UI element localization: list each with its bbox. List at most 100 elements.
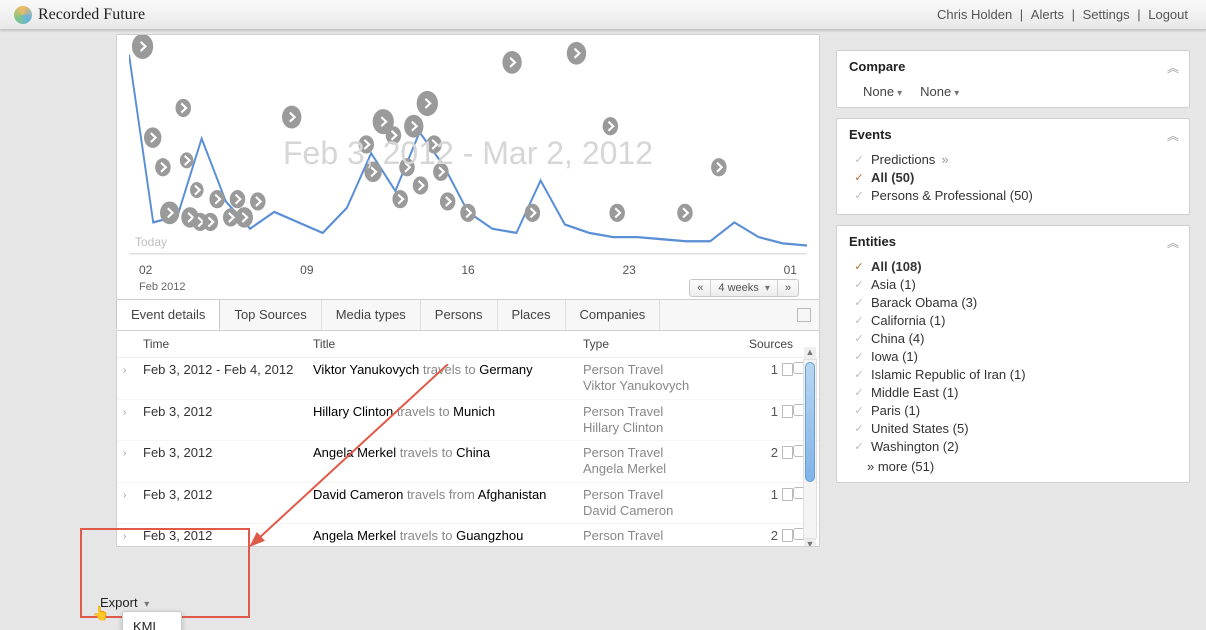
range-label-button[interactable]: 4 weeks ▾ bbox=[711, 280, 777, 296]
expand-row-icon[interactable]: › bbox=[123, 404, 143, 418]
table-row[interactable]: ›Feb 3, 2012Angela Merkel travels to Gua… bbox=[117, 524, 819, 547]
list-item[interactable]: ✓Barack Obama (3) bbox=[853, 293, 1177, 311]
tab-event-details[interactable]: Event details bbox=[116, 300, 220, 330]
collapse-icon[interactable]: ︽ bbox=[1167, 234, 1179, 251]
timeline-node[interactable] bbox=[433, 163, 448, 181]
list-item[interactable]: ✓Predictions » bbox=[853, 150, 1177, 168]
timeline-node[interactable] bbox=[502, 51, 521, 74]
list-item[interactable]: ✓Persons & Professional (50) bbox=[853, 186, 1177, 204]
timeline-node[interactable] bbox=[282, 106, 301, 129]
link-logout[interactable]: Logout bbox=[1144, 7, 1192, 22]
timeline-node[interactable] bbox=[413, 176, 428, 194]
timeline-node[interactable] bbox=[144, 127, 161, 148]
list-item[interactable]: ✓Iowa (1) bbox=[853, 347, 1177, 365]
cell-sources: 2 bbox=[713, 528, 793, 543]
tab-media-types[interactable]: Media types bbox=[322, 300, 421, 330]
col-type[interactable]: Type bbox=[583, 337, 713, 351]
col-time[interactable]: Time bbox=[143, 337, 313, 351]
timeline-chart[interactable]: Feb 3, 2012 - Mar 2, 2012 Today 02 09 16… bbox=[116, 34, 820, 300]
collapse-icon[interactable]: ︽ bbox=[1167, 59, 1179, 76]
timeline-node[interactable] bbox=[440, 192, 455, 210]
tab-top-sources[interactable]: Top Sources bbox=[220, 300, 321, 330]
cell-time: Feb 3, 2012 bbox=[143, 404, 313, 419]
tab-persons[interactable]: Persons bbox=[421, 300, 498, 330]
entities-title: Entities bbox=[849, 234, 1177, 249]
timeline-node[interactable] bbox=[236, 207, 253, 228]
timeline-node[interactable] bbox=[132, 35, 153, 59]
range-next-button[interactable]: » bbox=[778, 280, 798, 296]
export-control: Export ▾ 👆 KML CSV bbox=[100, 595, 149, 610]
timeline-node[interactable] bbox=[359, 135, 374, 153]
timeline-node[interactable] bbox=[386, 126, 401, 144]
document-icon[interactable] bbox=[782, 529, 793, 542]
list-item-label: Paris (1) bbox=[871, 403, 920, 418]
timeline-node[interactable] bbox=[180, 152, 194, 168]
compare-b-select[interactable]: None▾ bbox=[920, 84, 959, 99]
user-name[interactable]: Chris Holden bbox=[933, 7, 1016, 22]
timeline-node[interactable] bbox=[175, 99, 190, 117]
tab-places[interactable]: Places bbox=[498, 300, 566, 330]
timeline-node[interactable] bbox=[399, 158, 414, 176]
list-item[interactable]: ✓Washington (2) bbox=[853, 437, 1177, 455]
cell-time: Feb 3, 2012 bbox=[143, 487, 313, 502]
compare-a-select[interactable]: None▾ bbox=[863, 84, 902, 99]
document-icon[interactable] bbox=[782, 488, 793, 501]
col-sources[interactable]: Sources bbox=[713, 337, 793, 351]
collapse-icon[interactable]: ︽ bbox=[1167, 127, 1179, 144]
scroll-thumb[interactable] bbox=[805, 362, 815, 482]
list-item[interactable]: ✓United States (5) bbox=[853, 419, 1177, 437]
document-icon[interactable] bbox=[782, 446, 793, 459]
tab-companies[interactable]: Companies bbox=[566, 300, 661, 330]
document-icon[interactable] bbox=[782, 363, 793, 376]
timeline-node[interactable] bbox=[203, 213, 218, 231]
list-item[interactable]: ✓All (50) bbox=[853, 168, 1177, 186]
timeline-node[interactable] bbox=[230, 190, 245, 208]
timeline-node[interactable] bbox=[404, 115, 423, 138]
list-item[interactable]: ✓California (1) bbox=[853, 311, 1177, 329]
expand-row-icon[interactable]: › bbox=[123, 528, 143, 542]
scrollbar[interactable]: ▲ ▼ bbox=[803, 359, 817, 539]
list-item[interactable]: ✓Paris (1) bbox=[853, 401, 1177, 419]
range-prev-button[interactable]: « bbox=[690, 280, 711, 296]
timeline-node[interactable] bbox=[160, 201, 179, 224]
check-icon: ✓ bbox=[853, 386, 865, 399]
link-settings[interactable]: Settings bbox=[1079, 7, 1134, 22]
timeline-node[interactable] bbox=[677, 204, 692, 222]
brand[interactable]: Recorded Future bbox=[14, 6, 145, 24]
expand-row-icon[interactable]: › bbox=[123, 445, 143, 459]
timeline-node[interactable] bbox=[250, 192, 265, 210]
table-row[interactable]: ›Feb 3, 2012 - Feb 4, 2012Viktor Yanukov… bbox=[117, 358, 819, 400]
scroll-down-icon[interactable]: ▼ bbox=[804, 539, 816, 547]
scroll-up-icon[interactable]: ▲ bbox=[804, 347, 816, 359]
document-icon[interactable] bbox=[782, 405, 793, 418]
table-row[interactable]: ›Feb 3, 2012Hillary Clinton travels to M… bbox=[117, 400, 819, 442]
list-item[interactable]: ✓Middle East (1) bbox=[853, 383, 1177, 401]
list-item[interactable]: ✓Asia (1) bbox=[853, 275, 1177, 293]
col-title[interactable]: Title bbox=[313, 337, 583, 351]
timeline-node[interactable] bbox=[603, 117, 618, 135]
timeline-node[interactable] bbox=[711, 158, 726, 176]
table-row[interactable]: ›Feb 3, 2012Angela Merkel travels to Chi… bbox=[117, 441, 819, 483]
timeline-node[interactable] bbox=[460, 204, 475, 222]
tab-expand-icon[interactable] bbox=[797, 308, 811, 322]
list-item[interactable]: ✓Islamic Republic of Iran (1) bbox=[853, 365, 1177, 383]
table-row[interactable]: ›Feb 3, 2012David Cameron travels from A… bbox=[117, 483, 819, 525]
timeline-node[interactable] bbox=[190, 182, 204, 198]
timeline-node[interactable] bbox=[426, 135, 441, 153]
timeline-node[interactable] bbox=[155, 158, 170, 176]
timeline-node[interactable] bbox=[525, 204, 540, 222]
list-item[interactable]: ✓All (108) bbox=[853, 257, 1177, 275]
timeline-node[interactable] bbox=[392, 190, 407, 208]
timeline-node[interactable] bbox=[609, 204, 624, 222]
link-alerts[interactable]: Alerts bbox=[1027, 7, 1068, 22]
expand-row-icon[interactable]: › bbox=[123, 487, 143, 501]
timeline-node[interactable] bbox=[209, 190, 224, 208]
cursor-icon: 👆 bbox=[92, 605, 109, 622]
timeline-node[interactable] bbox=[364, 162, 381, 183]
export-option-kml[interactable]: KML bbox=[123, 616, 181, 630]
expand-row-icon[interactable]: › bbox=[123, 362, 143, 376]
entities-more[interactable]: » more (51) bbox=[849, 457, 1177, 474]
list-item[interactable]: ✓China (4) bbox=[853, 329, 1177, 347]
timeline-node[interactable] bbox=[417, 91, 438, 116]
timeline-node[interactable] bbox=[567, 42, 586, 65]
